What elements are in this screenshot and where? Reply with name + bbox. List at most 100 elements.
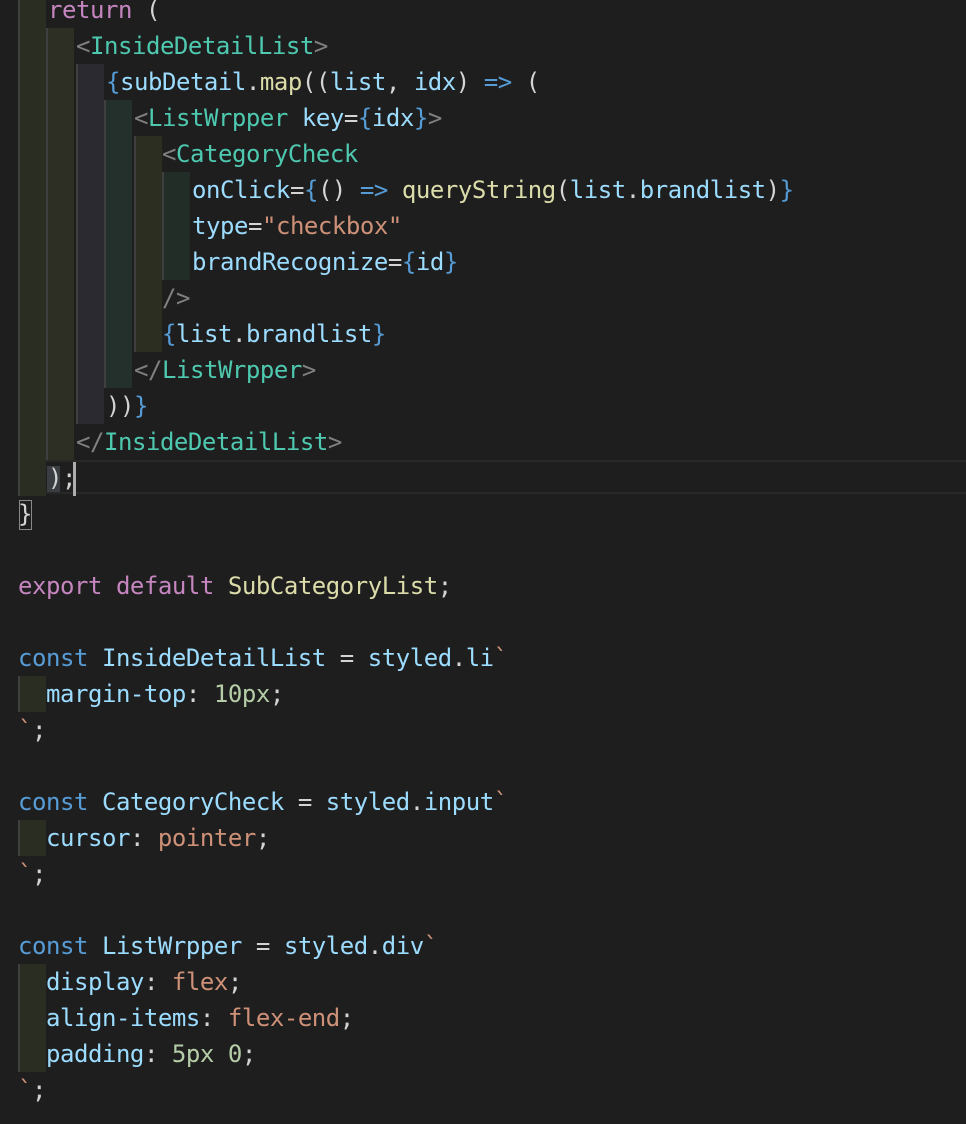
code-line-text: <InsideDetailList> [76, 28, 328, 64]
indent-guide [18, 1000, 46, 1036]
code-line[interactable]: /> [0, 280, 966, 316]
code-line[interactable]: `; [0, 856, 966, 892]
code-line[interactable]: onClick={() => queryString(list.brandlis… [0, 172, 966, 208]
code-token: : [143, 968, 172, 996]
code-token: ; [32, 716, 46, 744]
code-line[interactable]: const InsideDetailList = styled.li` [0, 640, 966, 676]
code-token: ( [555, 176, 570, 204]
code-token: InsideDetailList [101, 644, 326, 672]
code-line[interactable]: </ListWrpper> [0, 352, 966, 388]
indent-guide [134, 208, 162, 244]
code-line-text: onClick={() => queryString(list.brandlis… [192, 172, 794, 208]
code-token: : [199, 1004, 228, 1032]
code-line-text: return ( [48, 0, 160, 28]
code-token: = [283, 788, 326, 816]
code-line[interactable]: {subDetail.map((list, idx) => ( [0, 64, 966, 100]
code-line[interactable]: {list.brandlist} [0, 316, 966, 352]
code-token: ) [48, 464, 62, 492]
code-token: } [779, 176, 794, 204]
code-token: InsideDetailList [90, 32, 314, 60]
code-line[interactable]: cursor: pointer; [0, 820, 966, 856]
code-token: ; [32, 860, 46, 888]
code-token: 5px 0 [171, 1040, 242, 1068]
code-line[interactable]: type="checkbox" [0, 208, 966, 244]
code-line[interactable]: const CategoryCheck = styled.input` [0, 784, 966, 820]
indent-guide [104, 280, 132, 316]
indent-guide [18, 388, 46, 424]
code-line[interactable]: align-items: flex-end; [0, 1000, 966, 1036]
code-token: ` [18, 860, 32, 888]
code-token: ) [455, 68, 470, 96]
indent-guide [46, 388, 74, 424]
code-line[interactable]: brandRecognize={id} [0, 244, 966, 280]
code-line[interactable]: ))} [0, 388, 966, 424]
code-token: input [423, 788, 494, 816]
code-line[interactable]: display: flex; [0, 964, 966, 1000]
code-token: const [18, 932, 88, 960]
indent-guide [76, 64, 104, 100]
indent-guide [104, 172, 132, 208]
code-editor[interactable]: return (<InsideDetailList> {subDetail.map… [0, 0, 966, 1124]
indent-guide [76, 388, 104, 424]
code-line-text: <ListWrpper key={idx}> [134, 100, 442, 136]
code-token: } [443, 248, 458, 276]
code-line[interactable]: margin-top: 10px; [0, 676, 966, 712]
code-line[interactable]: <CategoryCheck [0, 136, 966, 172]
code-token: flex [171, 968, 228, 996]
code-token: ) [765, 176, 780, 204]
code-token: . [245, 68, 260, 96]
code-line[interactable]: } [0, 496, 966, 532]
code-line[interactable]: <ListWrpper key={idx}> [0, 100, 966, 136]
code-token: } [18, 500, 32, 528]
code-line[interactable] [0, 748, 966, 784]
code-line-text: const ListWrpper = styled.div` [18, 928, 438, 964]
code-token: cursor [46, 824, 130, 852]
indent-guide [18, 0, 46, 28]
code-line[interactable]: ); [0, 460, 966, 496]
indent-guide [18, 64, 46, 100]
code-line[interactable] [0, 892, 966, 928]
code-token: styled [367, 644, 452, 672]
code-token: = [289, 176, 304, 204]
code-token: > [301, 356, 316, 384]
code-token: ` [493, 788, 508, 816]
indent-guide [18, 208, 46, 244]
code-token: styled [325, 788, 410, 816]
code-line-text: cursor: pointer; [46, 820, 270, 856]
code-line[interactable]: <InsideDetailList> [0, 28, 966, 64]
code-token: default [115, 572, 214, 600]
indent-guide [134, 280, 162, 316]
code-line[interactable] [0, 532, 966, 568]
code-token: margin-top [46, 680, 186, 708]
code-line[interactable] [0, 604, 966, 640]
code-token: InsideDetailList [103, 428, 328, 456]
code-token: ` [18, 716, 32, 744]
indent-guide [18, 100, 46, 136]
code-line-text: </InsideDetailList> [76, 424, 342, 460]
code-token: : [129, 824, 158, 852]
code-line[interactable]: export default SubCategoryList; [0, 568, 966, 604]
code-token: map [259, 68, 302, 96]
indent-guide [46, 136, 74, 172]
code-token: . [231, 320, 246, 348]
code-token: (( [301, 68, 330, 96]
code-line[interactable]: `; [0, 712, 966, 748]
code-token: ListWrpper [161, 356, 302, 384]
code-token: , [385, 68, 414, 96]
indent-guide [162, 244, 190, 280]
code-token: </ [134, 356, 162, 384]
code-line[interactable]: const ListWrpper = styled.div` [0, 928, 966, 964]
code-line[interactable]: </InsideDetailList> [0, 424, 966, 460]
indent-guide [134, 172, 162, 208]
code-line[interactable]: return ( [0, 0, 966, 28]
indent-guide [104, 316, 132, 352]
code-token: ; [241, 1040, 256, 1068]
code-token: list [329, 68, 386, 96]
code-token: ListWrpper [101, 932, 242, 960]
code-token: CategoryCheck [176, 140, 358, 168]
code-line[interactable]: `; [0, 1072, 966, 1108]
code-token: ; [227, 968, 242, 996]
code-line[interactable]: padding: 5px 0; [0, 1036, 966, 1072]
